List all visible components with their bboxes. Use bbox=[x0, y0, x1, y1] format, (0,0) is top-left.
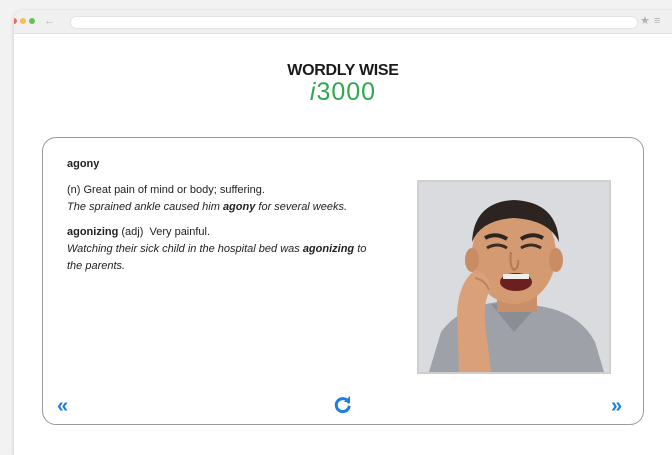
derived-pos: (adj) bbox=[118, 226, 144, 238]
reload-icon[interactable] bbox=[333, 395, 353, 419]
previous-button[interactable]: « bbox=[57, 396, 68, 416]
wordly-wise-logo: WORDLY WISE i3000 bbox=[272, 62, 414, 106]
close-window-dot[interactable] bbox=[14, 18, 17, 24]
menu-icon[interactable]: ≡ bbox=[654, 14, 660, 28]
definition-text: (n) Great pain of mind or body; sufferin… bbox=[67, 184, 265, 196]
man-in-pain-image bbox=[419, 182, 609, 372]
example-text-after: for several weeks. bbox=[255, 201, 348, 213]
example-sentence: The sprained ankle caused him agony for … bbox=[67, 199, 377, 216]
derived-example-sentence: Watching their sick child in the hospita… bbox=[67, 241, 377, 275]
minimize-window-dot[interactable] bbox=[20, 18, 26, 24]
derived-example-bold: agonizing bbox=[302, 243, 355, 255]
star-icon[interactable]: ★ bbox=[640, 14, 650, 28]
word-card: agony (n) Great pain of mind or body; su… bbox=[42, 137, 644, 425]
definition-block: (n) Great pain of mind or body; sufferin… bbox=[67, 182, 377, 275]
browser-window: ← ★ ≡ WORDLY WISE i3000 agony (n) Great … bbox=[14, 10, 672, 455]
derived-word: agonizing bbox=[67, 226, 119, 238]
vocab-word: agony bbox=[67, 158, 100, 170]
derived-definition: agonizing (adj) Very painful. bbox=[67, 224, 377, 241]
derived-definition-text: Very painful. bbox=[143, 226, 211, 238]
reload-arrow-icon bbox=[334, 396, 351, 414]
maximize-window-dot[interactable] bbox=[29, 18, 35, 24]
word-illustration-photo bbox=[417, 180, 611, 374]
address-bar[interactable] bbox=[70, 16, 638, 29]
example-bold-word: agony bbox=[222, 201, 256, 213]
back-arrow-icon[interactable]: ← bbox=[44, 14, 55, 28]
derived-example-before: Watching their sick child in the hospita… bbox=[67, 243, 303, 255]
logo-subtitle: i3000 bbox=[272, 78, 414, 106]
example-text-before: The sprained ankle caused him bbox=[67, 201, 223, 213]
browser-chrome: ← ★ ≡ bbox=[14, 10, 672, 34]
next-button[interactable]: » bbox=[611, 396, 622, 416]
logo-number: 3000 bbox=[316, 78, 377, 106]
